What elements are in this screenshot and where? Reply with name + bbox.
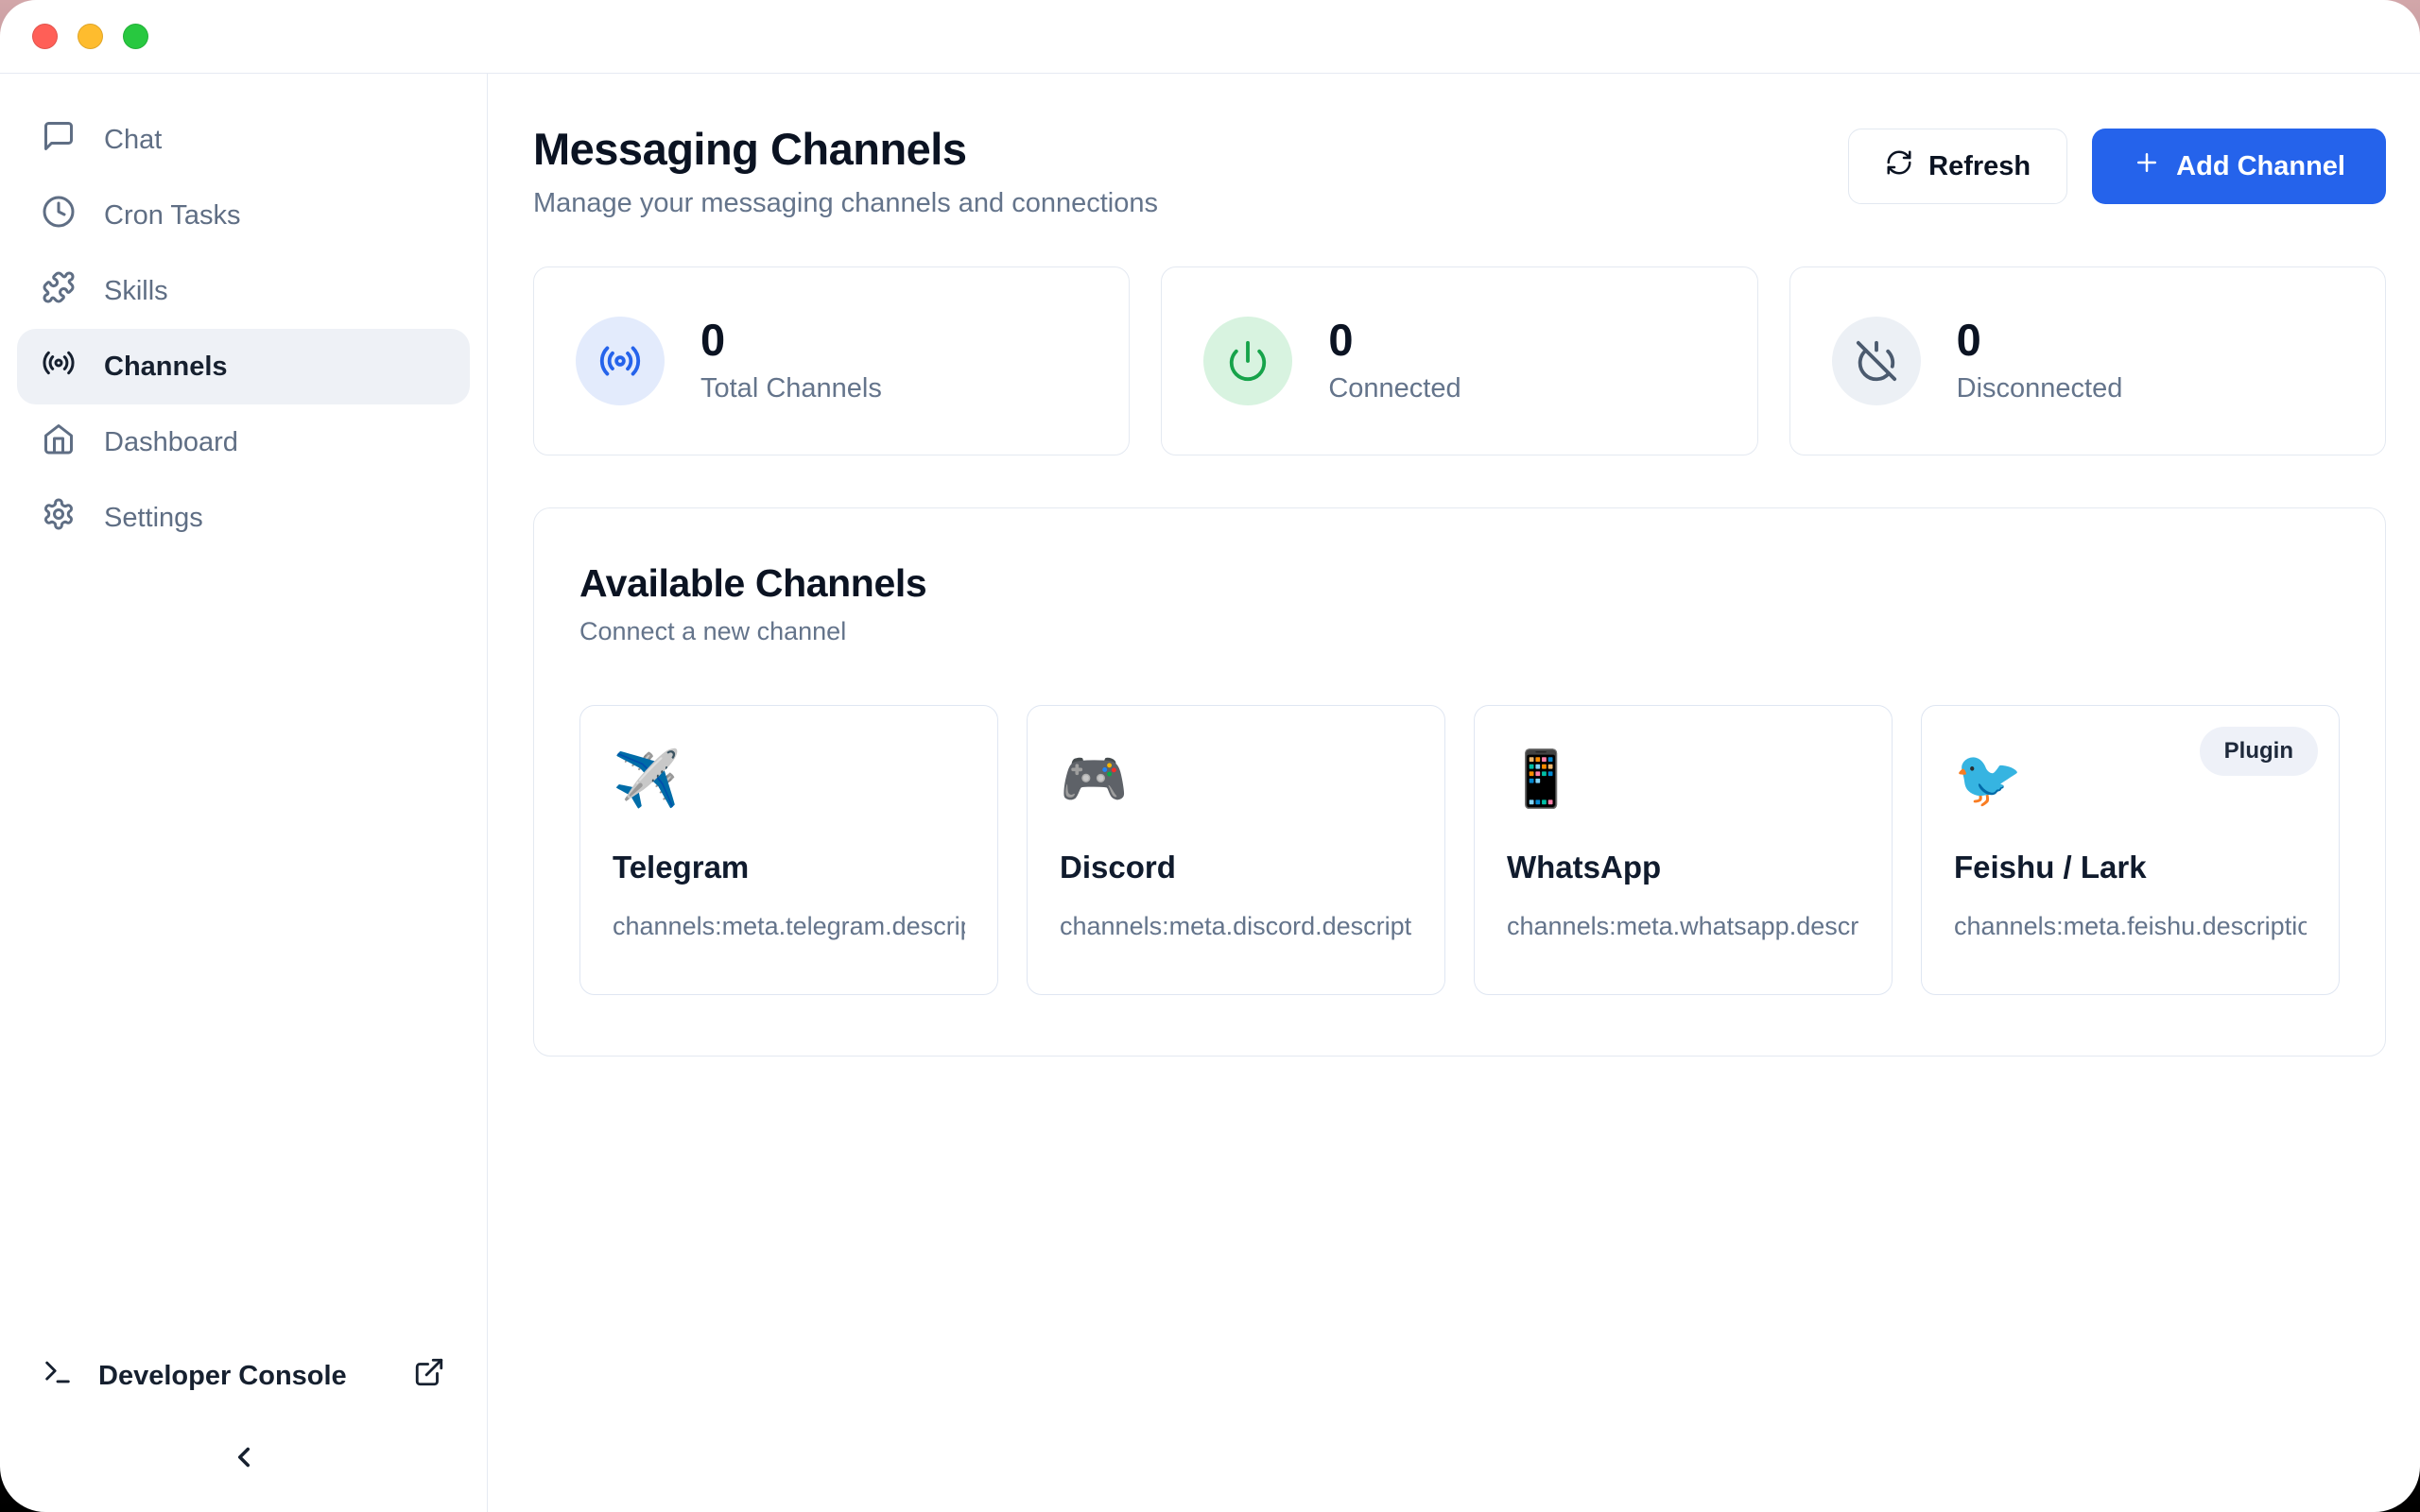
sidebar-item-label: Settings: [104, 503, 203, 534]
collapse-sidebar-button[interactable]: [216, 1431, 272, 1487]
stat-label: Disconnected: [1957, 373, 2123, 404]
channel-description: channels:meta.feishu.description: [1954, 912, 2307, 941]
channel-description: channels:meta.telegram.descript: [613, 912, 965, 941]
traffic-lights: [32, 24, 148, 49]
power-icon: [1203, 317, 1292, 405]
feishu-bird-emoji-icon: 🐦: [1954, 751, 2022, 806]
channel-card-feishu[interactable]: Plugin 🐦 Feishu / Lark channels:meta.fei…: [1921, 705, 2340, 995]
channel-description: channels:meta.discord.descriptic: [1060, 912, 1412, 941]
puzzle-icon: [42, 270, 76, 312]
channel-name: WhatsApp: [1507, 850, 1859, 885]
telegram-airplane-emoji-icon: ✈️: [613, 751, 681, 806]
refresh-button[interactable]: Refresh: [1848, 129, 2067, 204]
sidebar-item-chat[interactable]: Chat: [17, 102, 470, 178]
channel-grid: ✈️ Telegram channels:meta.telegram.descr…: [579, 705, 2340, 995]
sidebar-item-dashboard[interactable]: Dashboard: [17, 404, 470, 480]
chevron-left-icon: [228, 1441, 260, 1478]
refresh-icon: [1885, 148, 1913, 184]
broadcast-icon: [576, 317, 665, 405]
sidebar-item-label: Cron Tasks: [104, 200, 241, 232]
chat-bubble-icon: [42, 119, 76, 161]
clock-icon: [42, 195, 76, 236]
refresh-button-label: Refresh: [1928, 151, 2031, 182]
channel-card-discord[interactable]: 🎮 Discord channels:meta.discord.descript…: [1027, 705, 1445, 995]
available-channels-panel: Available Channels Connect a new channel…: [533, 507, 2386, 1057]
channel-name: Telegram: [613, 850, 965, 885]
sidebar-item-settings[interactable]: Settings: [17, 480, 470, 556]
stat-value: 0: [1328, 318, 1461, 362]
developer-console-label: Developer Console: [98, 1361, 347, 1392]
channel-description: channels:meta.whatsapp.descrip: [1507, 912, 1859, 941]
close-window-button[interactable]: [32, 24, 58, 49]
sidebar-item-label: Dashboard: [104, 427, 238, 458]
stat-value: 0: [1957, 318, 2123, 362]
sidebar-item-label: Chat: [104, 125, 162, 156]
app-window: Chat Cron Tasks Skills: [0, 0, 2420, 1512]
add-channel-button[interactable]: Add Channel: [2092, 129, 2386, 204]
add-channel-button-label: Add Channel: [2176, 151, 2345, 182]
plugin-badge: Plugin: [2200, 727, 2318, 776]
page-subtitle: Manage your messaging channels and conne…: [533, 188, 1158, 219]
discord-gamepad-emoji-icon: 🎮: [1060, 751, 1128, 806]
stat-label: Connected: [1328, 373, 1461, 404]
stat-card-connected: 0 Connected: [1161, 266, 1757, 455]
plus-icon: [2133, 148, 2161, 184]
external-link-icon[interactable]: [413, 1356, 445, 1396]
sidebar-item-label: Channels: [104, 352, 228, 383]
sidebar-item-skills[interactable]: Skills: [17, 253, 470, 329]
channel-name: Discord: [1060, 850, 1412, 885]
developer-console-link[interactable]: Developer Console: [0, 1342, 487, 1410]
sidebar-collapse-row: [0, 1419, 487, 1499]
home-icon: [42, 421, 76, 463]
terminal-icon: [42, 1356, 74, 1396]
stat-card-disconnected: 0 Disconnected: [1789, 266, 2386, 455]
zoom-window-button[interactable]: [123, 24, 148, 49]
available-channels-subtitle: Connect a new channel: [579, 617, 2340, 646]
sidebar-item-cron-tasks[interactable]: Cron Tasks: [17, 178, 470, 253]
stat-card-total-channels: 0 Total Channels: [533, 266, 1130, 455]
page-header: Messaging Channels Manage your messaging…: [533, 123, 2386, 219]
channel-card-telegram[interactable]: ✈️ Telegram channels:meta.telegram.descr…: [579, 705, 998, 995]
channel-name: Feishu / Lark: [1954, 850, 2307, 885]
stat-value: 0: [700, 318, 882, 362]
power-off-icon: [1832, 317, 1921, 405]
stat-label: Total Channels: [700, 373, 882, 404]
sidebar-item-label: Skills: [104, 276, 168, 307]
main-content: Messaging Channels Manage your messaging…: [488, 74, 2420, 1512]
available-channels-title: Available Channels: [579, 561, 2340, 606]
sidebar-item-channels[interactable]: Channels: [17, 329, 470, 404]
channel-card-whatsapp[interactable]: 📱 WhatsApp channels:meta.whatsapp.descri…: [1474, 705, 1893, 995]
broadcast-icon: [42, 346, 76, 387]
page-title: Messaging Channels: [533, 123, 1158, 175]
stats-row: 0 Total Channels 0 Connected: [533, 266, 2386, 455]
titlebar: [0, 0, 2420, 74]
sidebar-nav: Chat Cron Tasks Skills: [0, 102, 487, 556]
minimize-window-button[interactable]: [78, 24, 103, 49]
whatsapp-phone-emoji-icon: 📱: [1507, 751, 1575, 806]
gear-icon: [42, 497, 76, 539]
sidebar: Chat Cron Tasks Skills: [0, 74, 488, 1512]
